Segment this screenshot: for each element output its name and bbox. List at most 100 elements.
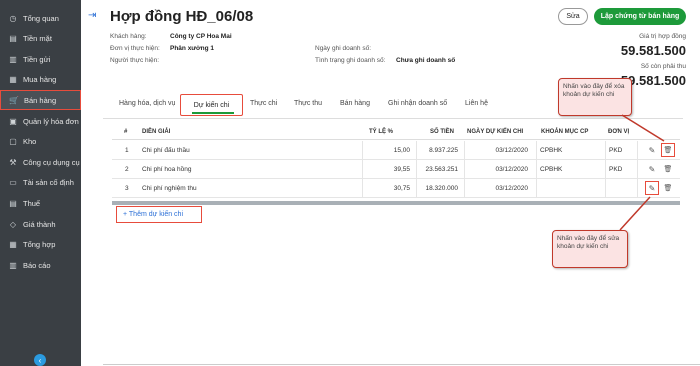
table-row: 1 Chi phí đấu thầu 15,00 8.937.225 03/12… [112,141,680,160]
edit-pencil-icon[interactable]: ✎ [646,144,658,156]
sidebar-item-label: Tiền mặt [23,34,52,44]
sidebar-item-label: Tài sản cố định [23,178,74,188]
expand-sidebar-icon[interactable]: ⇥ [88,10,96,21]
add-expected-expense-button[interactable]: + Thêm dự kiến chi [116,206,202,223]
tab-revenue-recognition[interactable]: Ghi nhận doanh số [388,100,447,107]
customer-label: Khách hàng: [110,33,147,40]
purchase-icon: ▦ [9,75,17,85]
row-amount: 8.937.225 [429,147,458,154]
sidebar-item-9[interactable]: ▤ Thuế [0,193,81,213]
warehouse-icon: ▢ [9,137,17,147]
sidebar-item-label: Bán hàng [24,95,57,105]
col-unit: ĐƠN VỊ [608,129,630,135]
sidebar-item-label: Tổng quan [23,13,59,23]
tab-contacts[interactable]: Liên hệ [465,100,488,107]
tab-actual-income[interactable]: Thực thu [294,100,322,107]
edit-button[interactable]: Sửa [558,8,588,25]
sidebar-item-5[interactable]: ▣ Quản lý hóa đơn [0,111,81,131]
row-date: 03/12/2020 [495,147,528,154]
sidebar-item-8[interactable]: ▭ Tài sản cố định [0,173,81,193]
row-description: Chi phí đấu thầu [142,147,190,154]
unit-value: Phân xưởng 1 [170,45,215,52]
contract-value: 59.581.500 [620,43,686,58]
sidebar-item-label: Tiền gửi [23,54,51,64]
horizontal-scrollbar[interactable] [112,201,680,205]
asset-icon: ▭ [9,178,17,188]
summary-icon: ▦ [9,240,17,250]
sales-date-label: Ngày ghi doanh số: [315,45,372,52]
contract-value-label: Giá trị hợp đồng [639,33,686,40]
tab-sales[interactable]: Bán hàng [340,100,370,107]
row-rate: 15,00 [393,147,410,154]
edit-pencil-icon[interactable]: ✎ [646,163,658,175]
sidebar-item-label: Tổng hợp [23,240,56,250]
sidebar-item-6[interactable]: ▢ Kho [0,132,81,152]
col-expected-date: NGÀY DỰ KIẾN CHI [467,129,524,135]
sidebar-item-label: Giá thành [23,219,56,229]
row-number: 3 [125,185,129,192]
sales-status-label: Tình trạng ghi doanh số: [315,57,386,64]
sidebar: ◷ Tổng quan ▤ Tiền mặt ▥ Tiền gửi ▦ Mua hàng 🛒 Bá… [0,0,81,366]
tools-icon: ⚒ [9,157,17,167]
sales-status-value: Chưa ghi doanh số [396,57,456,64]
remaining-label: Số còn phải thu [640,63,686,70]
sidebar-item-12[interactable]: ▥ Báo cáo [0,255,81,275]
tax-icon: ▤ [9,198,17,208]
row-number: 2 [125,166,129,173]
page-bottom-border [103,364,700,365]
col-cost-item: KHOẢN MỤC CP [541,129,589,135]
delete-trash-icon[interactable]: 🗑 [662,163,674,175]
edit-hint-callout: Nhấn vào đây để sửa khoản dự kiến chi [552,230,628,268]
row-amount: 23.563.251 [425,166,458,173]
row-unit: PKD [609,166,623,173]
row-description: Chi phí hoa hồng [142,166,192,173]
dashboard-icon: ◷ [9,13,17,23]
col-rate: TỶ LỆ % [369,129,394,135]
invoice-icon: ▣ [9,116,17,126]
row-cost-item: CPBHK [540,166,563,173]
sidebar-item-label: Quản lý hóa đơn [23,116,79,126]
table-row: 3 Chi phí nghiệm thu 30,75 18.320.000 03… [112,179,680,198]
edit-pencil-icon[interactable]: ✎ [645,181,659,195]
unit-label: Đơn vị thực hiện: [110,45,160,52]
row-description: Chi phí nghiệm thu [142,185,197,192]
bank-icon: ▥ [9,54,17,64]
sidebar-item-7[interactable]: ⚒ Công cụ dụng cụ [0,152,81,172]
sidebar-item-3[interactable]: ▦ Mua hàng [0,70,81,90]
sidebar-item-4[interactable]: 🛒 Bán hàng [0,90,81,111]
sidebar-item-label: Mua hàng [23,75,57,85]
row-cost-item: CPBHK [540,147,563,154]
customer-value: Công ty CP Hoa Mai [170,33,232,40]
row-rate: 30,75 [393,185,410,192]
sidebar-item-10[interactable]: ◇ Giá thành [0,214,81,234]
active-tab-indicator [192,112,234,114]
collapse-icon[interactable]: ‹ [34,354,46,366]
col-number: # [124,129,128,135]
delete-trash-icon[interactable]: 🗑 [661,143,675,157]
col-amount: SỐ TIỀN [430,129,455,135]
tab-actual-expense[interactable]: Thực chi [250,100,277,107]
delete-hint-callout: Nhấn vào đây để xóa khoản dự kiến chi [558,78,632,116]
report-icon: ▥ [9,260,17,270]
table-row: 2 Chi phí hoa hồng 39,55 23.563.251 03/1… [112,160,680,179]
sidebar-item-label: Thuế [23,198,41,208]
row-date: 03/12/2020 [495,166,528,173]
row-date: 03/12/2020 [495,185,528,192]
tab-goods-services[interactable]: Hàng hóa, dịch vụ [119,100,175,107]
cash-icon: ▤ [9,34,17,44]
customer-field: Khách hàng: [110,33,147,40]
row-amount: 18.320.000 [425,185,458,192]
row-unit: PKD [609,147,623,154]
page-title: Hợp đồng HĐ_06/08 [110,8,254,25]
sidebar-item-1[interactable]: ▤ Tiền mặt [0,29,81,49]
create-sales-voucher-button[interactable]: Lập chứng từ bán hàng [594,8,686,25]
sidebar-item-11[interactable]: ▦ Tổng hợp [0,235,81,255]
sidebar-item-0[interactable]: ◷ Tổng quan [0,8,81,28]
delete-trash-icon[interactable]: 🗑 [662,182,674,194]
table-header: # DIỄN GIẢI TỶ LỆ % SỐ TIỀN NGÀY DỰ KIẾN… [112,126,680,140]
sidebar-item-2[interactable]: ▥ Tiền gửi [0,49,81,69]
row-number: 1 [125,147,129,154]
sidebar-item-label: Báo cáo [23,260,51,270]
col-description: DIỄN GIẢI [142,129,171,135]
tab-divider [103,118,683,119]
